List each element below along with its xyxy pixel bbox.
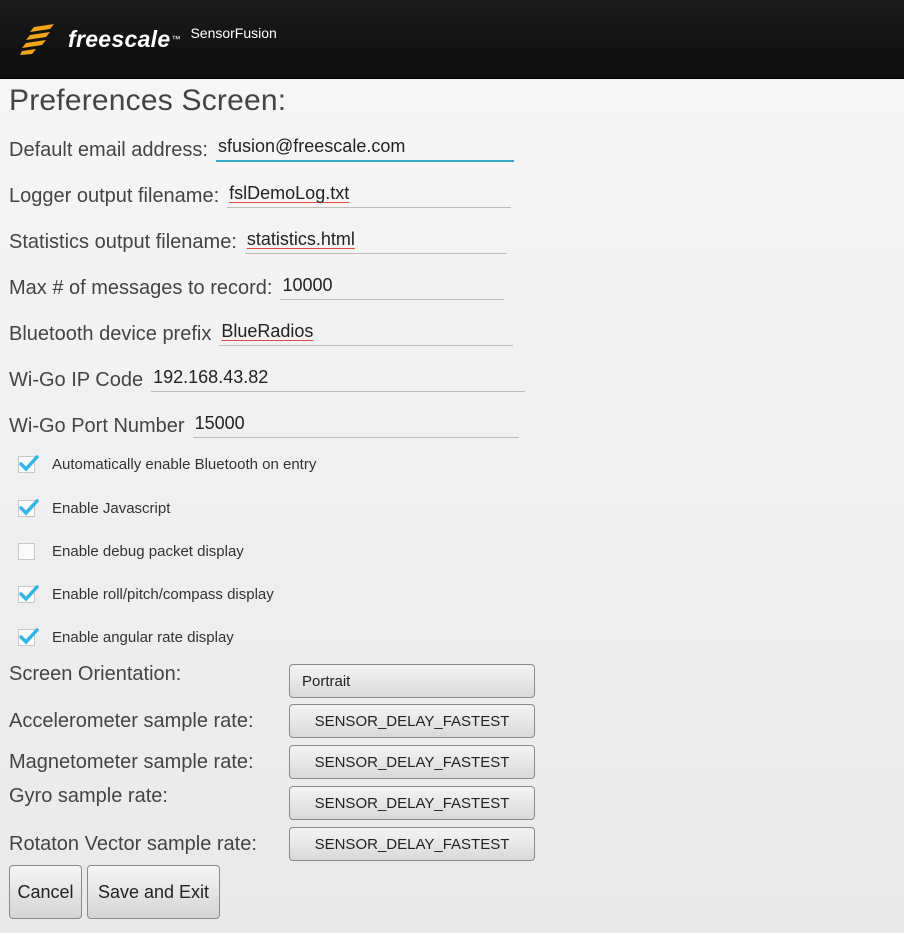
accelerometer-row: Accelerometer sample rate: SENSOR_DELAY_… — [9, 703, 539, 739]
checkbox-label: Enable debug packet display — [52, 542, 244, 560]
bluetooth-prefix-input[interactable]: BlueRadios — [219, 316, 514, 346]
magnetometer-label: Magnetometer sample rate: — [9, 750, 254, 773]
checkmark-icon — [19, 627, 39, 645]
wigo-port-label: Wi-Go Port Number — [9, 415, 185, 437]
email-value: sfusion@freescale.com — [217, 136, 406, 156]
action-bar: freescale ™ SensorFusion — [0, 0, 904, 79]
checkbox-row-debug[interactable]: Enable debug packet display — [18, 538, 244, 564]
checkbox-debug-packet[interactable] — [18, 542, 35, 560]
magnetometer-rate-spinner[interactable]: SENSOR_DELAY_FASTEST — [289, 745, 535, 779]
checkbox-label: Automatically enable Bluetooth on entry — [52, 455, 317, 473]
checkmark-icon — [19, 498, 39, 516]
checkbox-label: Enable Javascript — [52, 499, 171, 517]
checkbox-row-angular-rate[interactable]: Enable angular rate display — [18, 624, 234, 650]
bluetooth-prefix-row: Bluetooth device prefix BlueRadios — [9, 316, 514, 346]
checkbox-row-javascript[interactable]: Enable Javascript — [18, 495, 170, 521]
brand-name: freescale — [68, 25, 171, 52]
accelerometer-rate-spinner[interactable]: SENSOR_DELAY_FASTEST — [289, 704, 535, 738]
max-messages-input[interactable]: 10000 — [280, 270, 505, 300]
checkbox-angular-rate[interactable] — [18, 627, 39, 646]
accelerometer-label: Accelerometer sample rate: — [9, 709, 254, 732]
orientation-label: Screen Orientation: — [9, 663, 182, 685]
checkbox-roll-pitch-compass[interactable] — [18, 584, 39, 603]
checkbox-javascript[interactable] — [18, 498, 39, 517]
statistics-filename-input[interactable]: statistics.html — [244, 224, 507, 254]
max-messages-value: 10000 — [282, 275, 333, 295]
wigo-ip-row: Wi-Go IP Code 192.168.43.82 — [9, 362, 526, 392]
freescale-logo: freescale ™ SensorFusion — [20, 0, 277, 78]
orientation-spinner[interactable]: Portrait — [289, 664, 535, 698]
preferences-app: freescale ™ SensorFusion Preferences Scr… — [0, 0, 904, 933]
checkbox-label: Enable angular rate display — [52, 628, 234, 646]
cancel-button[interactable]: Cancel — [9, 865, 82, 919]
bluetooth-prefix-label: Bluetooth device prefix — [9, 323, 212, 345]
checkbox-label: Enable roll/pitch/compass display — [52, 585, 274, 603]
freescale-logo-mark-icon — [20, 24, 54, 55]
wigo-ip-value: 192.168.43.82 — [153, 367, 269, 387]
trademark: ™ — [171, 34, 181, 44]
gyro-rate-spinner[interactable]: SENSOR_DELAY_FASTEST — [289, 786, 535, 820]
wigo-ip-label: Wi-Go IP Code — [9, 369, 144, 391]
checkbox-auto-bluetooth[interactable] — [18, 454, 39, 473]
max-messages-label: Max # of messages to record: — [9, 277, 273, 299]
rotation-vector-label: Rotaton Vector sample rate: — [9, 832, 257, 855]
wigo-port-value: 15000 — [194, 413, 245, 433]
rotation-vector-row: Rotaton Vector sample rate: SENSOR_DELAY… — [9, 826, 539, 862]
email-field-row: Default email address: sfusion@freescale… — [9, 132, 514, 162]
app-name: SensorFusion — [190, 25, 277, 41]
gyro-label: Gyro sample rate: — [9, 785, 168, 807]
checkbox-row-bluetooth[interactable]: Automatically enable Bluetooth on entry — [18, 451, 316, 477]
max-messages-row: Max # of messages to record: 10000 — [9, 270, 505, 300]
logger-filename-value: fslDemoLog.txt — [229, 183, 350, 203]
checkbox-row-roll-pitch[interactable]: Enable roll/pitch/compass display — [18, 581, 274, 607]
orientation-row: Screen Orientation: Portrait — [9, 663, 539, 699]
rotation-vector-rate-spinner[interactable]: SENSOR_DELAY_FASTEST — [289, 827, 535, 861]
wigo-port-row: Wi-Go Port Number 15000 — [9, 408, 519, 438]
logger-filename-row: Logger output filename: fslDemoLog.txt — [9, 178, 512, 208]
wigo-port-input[interactable]: 15000 — [192, 408, 519, 438]
page-title: Preferences Screen: — [9, 84, 287, 117]
logger-filename-label: Logger output filename: — [9, 185, 220, 207]
statistics-filename-label: Statistics output filename: — [9, 231, 237, 253]
email-label: Default email address: — [9, 139, 208, 161]
bluetooth-prefix-value: BlueRadios — [221, 321, 314, 341]
magnetometer-row: Magnetometer sample rate: SENSOR_DELAY_F… — [9, 744, 539, 780]
email-input[interactable]: sfusion@freescale.com — [215, 132, 514, 162]
wigo-ip-input[interactable]: 192.168.43.82 — [151, 362, 526, 392]
logger-filename-input[interactable]: fslDemoLog.txt — [227, 178, 512, 208]
checkmark-icon — [19, 584, 39, 602]
gyro-row: Gyro sample rate: SENSOR_DELAY_FASTEST — [9, 785, 539, 821]
statistics-filename-value: statistics.html — [246, 229, 355, 249]
checkmark-icon — [19, 454, 39, 472]
save-and-exit-button[interactable]: Save and Exit — [87, 865, 220, 919]
statistics-filename-row: Statistics output filename: statistics.h… — [9, 224, 507, 254]
